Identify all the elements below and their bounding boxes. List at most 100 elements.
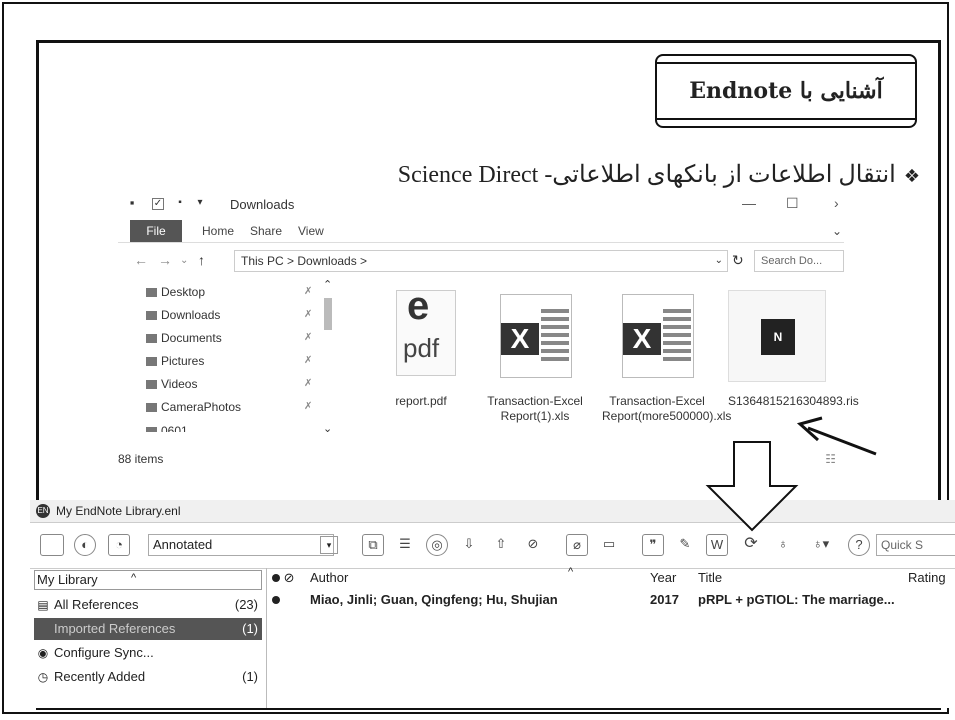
sync-icon: ◉: [37, 646, 49, 660]
ribbon: File Home Share View ⌄: [118, 220, 844, 243]
tab-file[interactable]: File: [130, 220, 182, 242]
details-view-icon[interactable]: ☷: [825, 452, 836, 466]
return-to-word-icon[interactable]: W: [706, 534, 728, 556]
online-search-button-icon[interactable]: ◎: [426, 534, 448, 556]
endnote-title: My EndNote Library.enl: [56, 504, 181, 518]
pin-icon[interactable]: ✗: [304, 355, 312, 366]
file-name: Transaction-Excel Report(more500000).xls: [602, 394, 732, 423]
nav-item-documents[interactable]: Documents: [146, 328, 222, 348]
local-library-icon[interactable]: [40, 534, 64, 556]
file-item[interactable]: N S1364815216304893.ris: [728, 290, 859, 409]
scroll-down-icon[interactable]: ⌄: [323, 422, 332, 435]
videos-folder-icon: [146, 380, 157, 390]
pin-icon[interactable]: ✗: [304, 401, 312, 412]
bullet-text: انتقال اطلاعات از بانکهای اطلاعاتی- Scie…: [397, 162, 896, 188]
navigation-pane: Desktop Downloads Documents Pictures Vid…: [118, 282, 338, 452]
groups-header[interactable]: My Library ^: [34, 570, 262, 590]
explorer-titlebar: ▪ ✓ ▪ ▾ Downloads — ☐ ›: [118, 190, 844, 220]
group-configure-sync[interactable]: ◉ Configure Sync...: [34, 642, 262, 664]
group-imported-references[interactable]: Imported References (1): [34, 618, 262, 640]
slide-title: آشنایی با Endnote: [689, 78, 883, 104]
tab-home[interactable]: Home: [202, 224, 234, 238]
address-bar[interactable]: This PC > Downloads > ⌄: [234, 250, 728, 272]
file-name: S1364815216304893.ris: [728, 394, 859, 408]
endnote-toolbar: ◐ ◔ Annotated ▾ ⧉ ☰ ◎ ⇩ ⇧ ⊘ ⌀ ▭ ❞ ✎ W ⟳ …: [30, 524, 955, 569]
group-all-references[interactable]: ▤ All References (23): [34, 594, 262, 616]
tab-view[interactable]: View: [298, 224, 324, 238]
address-path: This PC > Downloads >: [241, 254, 368, 268]
nav-item-downloads[interactable]: Downloads: [146, 305, 220, 325]
endnote-logo-icon: EN: [36, 504, 50, 518]
new-reference-icon[interactable]: ☰: [394, 534, 416, 556]
references-list: ⊘ Author ^ Year Title Rating Miao, Jinli…: [268, 566, 955, 708]
reference-author[interactable]: Miao, Jinli; Guan, Qingfeng; Hu, Shujian: [310, 592, 558, 607]
style-dropdown-icon[interactable]: ▾: [320, 536, 338, 554]
scrollbar-thumb[interactable]: [324, 298, 332, 330]
pdf-file-icon: e pdf: [396, 286, 456, 376]
close-icon[interactable]: ›: [834, 195, 839, 211]
pin-icon[interactable]: ✗: [304, 332, 312, 343]
share-groups-icon[interactable]: ♁▾: [804, 534, 838, 556]
file-item[interactable]: e pdf report.pdf: [366, 286, 476, 409]
import-icon[interactable]: ⇩: [458, 534, 480, 556]
back-icon[interactable]: ←: [134, 252, 148, 268]
open-file-icon[interactable]: ▭: [598, 534, 620, 556]
integrated-library-icon[interactable]: ◔: [108, 534, 130, 556]
address-dropdown-icon[interactable]: ⌄: [715, 251, 723, 271]
quick-search-input[interactable]: Quick S: [876, 534, 955, 556]
copy-formatted-icon[interactable]: ⧉: [362, 534, 384, 556]
column-title[interactable]: Title: [698, 570, 722, 585]
groups-panel: My Library ^ ▤ All References (23) Imported…: [30, 568, 267, 708]
expand-ribbon-icon[interactable]: ⌄: [832, 224, 842, 238]
file-selection: N: [728, 290, 826, 382]
nav-scrollbar[interactable]: ⌃ ⌄: [322, 279, 334, 444]
output-style-select[interactable]: Annotated: [148, 534, 334, 556]
endnote-window: EN My EndNote Library.enl ◐ ◔ Annotated …: [30, 500, 955, 708]
nav-item-0601[interactable]: 0601: [146, 420, 188, 432]
up-icon[interactable]: ↑: [198, 252, 205, 268]
online-search-icon[interactable]: ◐: [74, 534, 96, 556]
group-recently-added[interactable]: ◷ Recently Added (1): [34, 666, 262, 688]
read-status-column-icon[interactable]: ⊘: [272, 570, 295, 586]
unread-dot-icon: [272, 592, 280, 607]
file-name: report.pdf: [395, 394, 447, 408]
documents-folder-icon: [146, 334, 157, 344]
column-author[interactable]: Author: [310, 570, 348, 585]
pin-icon[interactable]: ✗: [304, 286, 312, 297]
pin-icon[interactable]: ✗: [304, 378, 312, 389]
insert-citation-icon[interactable]: ❞: [642, 534, 664, 556]
forward-icon[interactable]: →: [158, 252, 172, 268]
search-input[interactable]: Search Do...: [754, 250, 844, 272]
properties-icon[interactable]: ✓: [152, 198, 164, 210]
new-folder-icon[interactable]: ▪: [174, 198, 186, 210]
file-explorer-window: ▪ ✓ ▪ ▾ Downloads — ☐ › File Home Share …: [118, 190, 859, 472]
nav-item-pictures[interactable]: Pictures: [146, 351, 204, 371]
open-link-icon[interactable]: ⌀: [566, 534, 588, 556]
help-icon[interactable]: ?: [848, 534, 870, 556]
reference-title[interactable]: pRPL + pGTIOL: The marriage...: [698, 592, 895, 607]
pin-icon[interactable]: ✗: [304, 309, 312, 320]
desktop-folder-icon: [146, 288, 157, 298]
share-library-icon[interactable]: ♁: [772, 534, 794, 556]
format-bibliography-icon[interactable]: ✎: [674, 534, 696, 556]
reference-year[interactable]: 2017: [650, 592, 679, 607]
refresh-icon[interactable]: ↻: [732, 252, 744, 269]
nav-item-desktop[interactable]: Desktop: [146, 282, 205, 302]
column-year[interactable]: Year: [650, 570, 676, 585]
find-full-text-icon[interactable]: ⊘: [522, 534, 544, 556]
recent-chevron-icon[interactable]: ⌄: [180, 255, 188, 266]
file-item[interactable]: X Transaction-Excel Report(1).xls: [480, 290, 590, 424]
nav-item-cameraphotos[interactable]: CameraPhotos: [146, 397, 241, 417]
column-rating[interactable]: Rating: [908, 570, 946, 585]
sync-button-icon[interactable]: ⟳: [740, 534, 762, 556]
maximize-icon[interactable]: ☐: [786, 195, 799, 212]
minimize-icon[interactable]: —: [742, 195, 756, 211]
export-icon[interactable]: ⇧: [490, 534, 512, 556]
nav-item-videos[interactable]: Videos: [146, 374, 197, 394]
tab-share[interactable]: Share: [250, 224, 282, 238]
sort-caret-icon: ^: [131, 572, 137, 584]
scroll-up-icon[interactable]: ⌃: [323, 278, 332, 291]
customize-toolbar-icon[interactable]: ▾: [194, 198, 206, 210]
file-item[interactable]: X Transaction-Excel Report(more500000).x…: [602, 290, 732, 424]
slide-title-box: آشنایی با Endnote: [655, 54, 917, 128]
